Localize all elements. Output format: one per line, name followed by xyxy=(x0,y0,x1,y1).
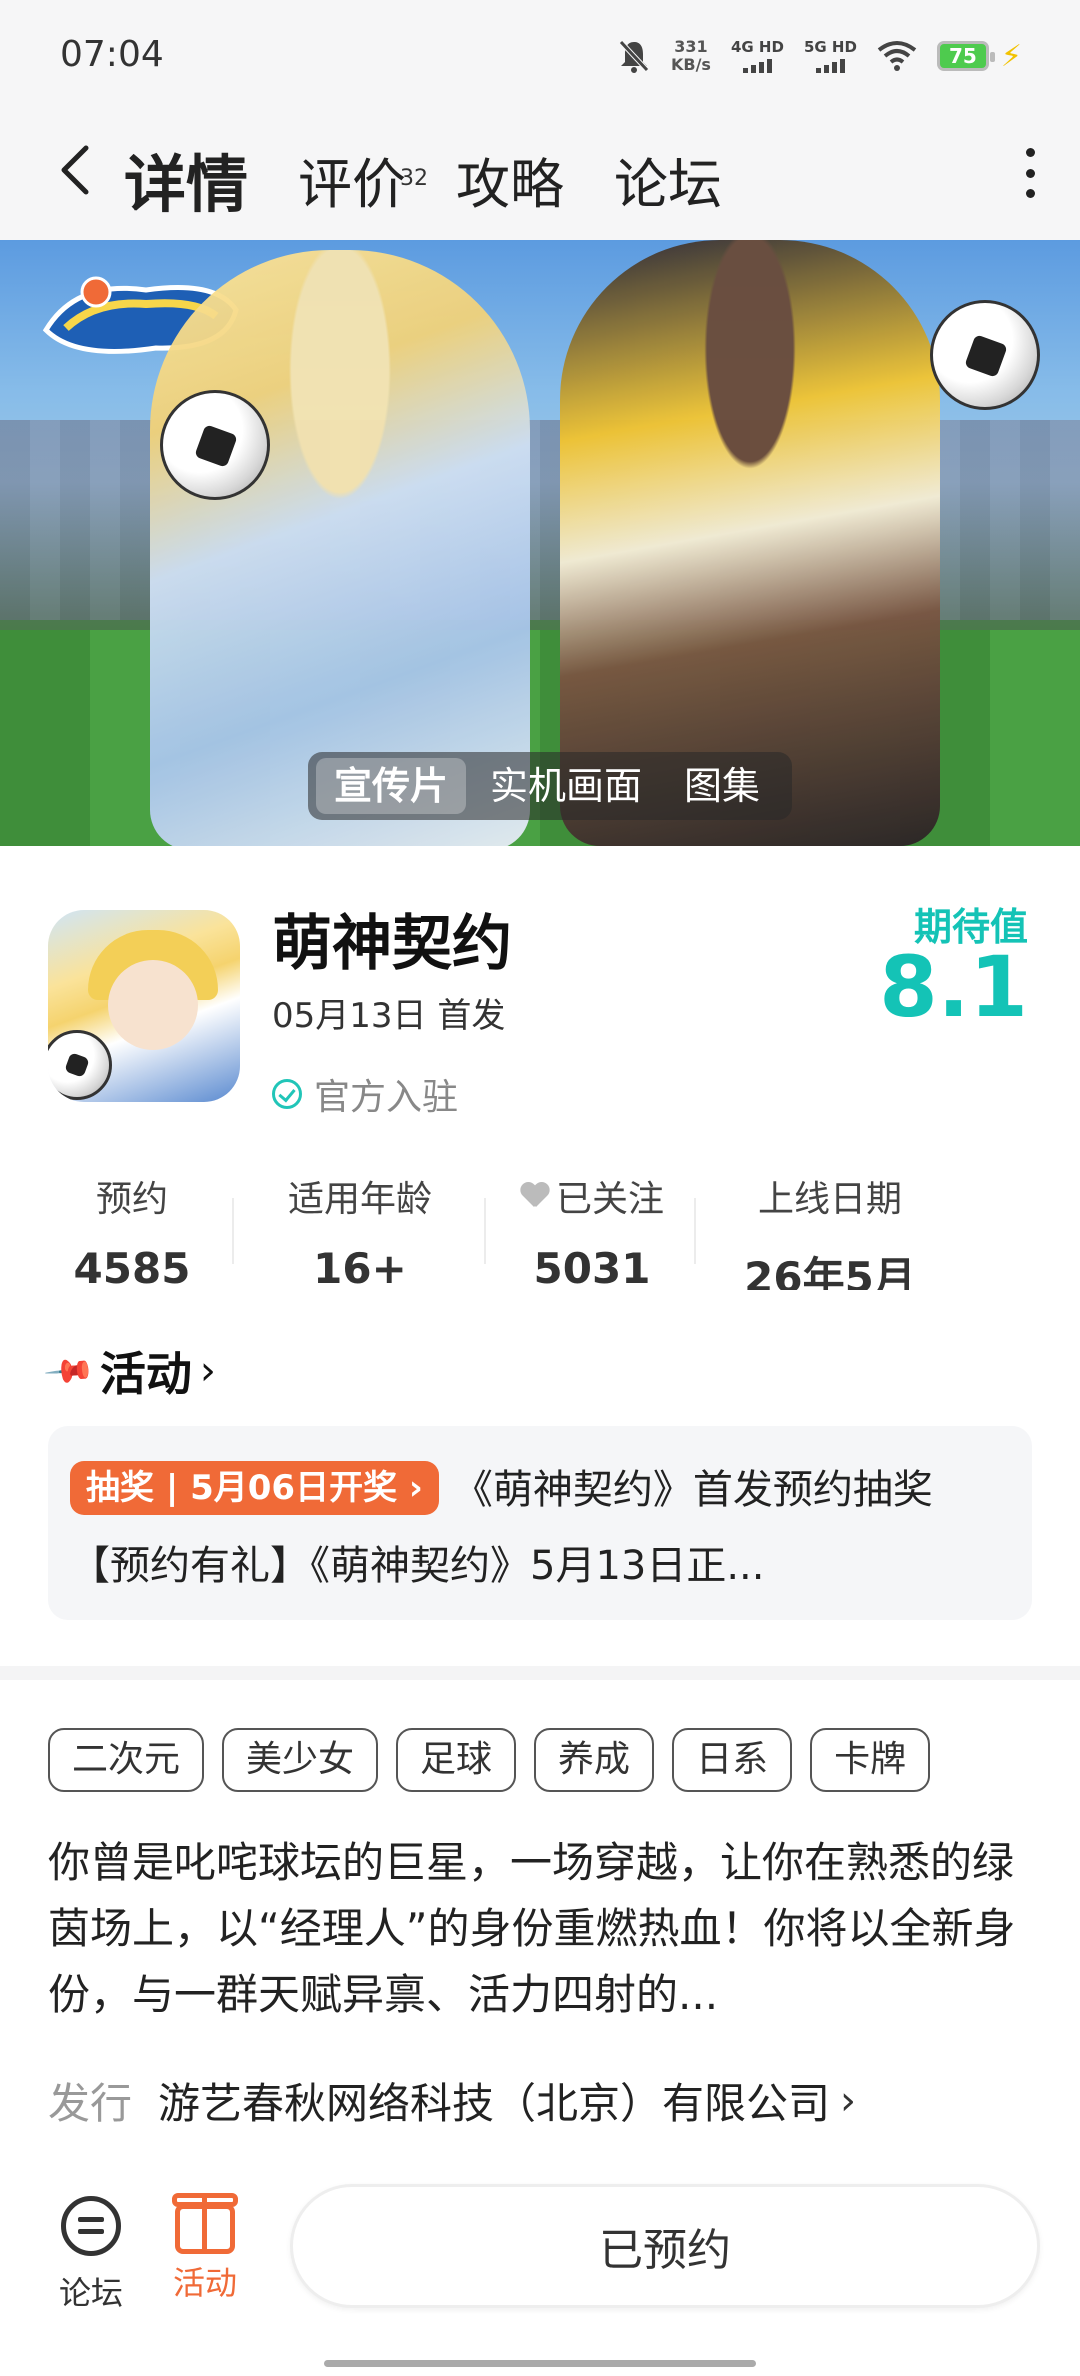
divider xyxy=(232,1198,234,1264)
tag-list: 二次元 美少女 足球 养成 日系 卡牌 xyxy=(48,1728,931,1792)
tab-details-label: 详情 xyxy=(124,148,249,221)
tag-item[interactable]: 美少女 xyxy=(222,1728,379,1792)
official-label: 官方入驻 xyxy=(314,1077,459,1118)
tag-item[interactable]: 二次元 xyxy=(48,1728,205,1792)
bottom-activity-label: 活动 xyxy=(172,2264,237,2302)
bottom-action-bar: 论坛 活动 已预约 xyxy=(0,2160,1080,2376)
status-icons: 331 KB/s 4G HD 5G HD 75 ⚡ xyxy=(617,32,1022,80)
signal-4g-label: 4G HD xyxy=(730,38,784,56)
pin-icon: 📌 xyxy=(42,1343,98,1399)
tab-forum-label: 论坛 xyxy=(614,153,723,216)
net-speed: 331 KB/s xyxy=(671,38,711,74)
tag-item[interactable]: 足球 xyxy=(396,1728,517,1792)
publisher-name: 游艺春秋网络科技（北京）有限公司 xyxy=(158,2079,831,2128)
media-tab-gameplay[interactable]: 实机画面 xyxy=(472,758,660,814)
net-speed-value: 331 xyxy=(674,37,708,56)
stat-reservations: 预约 4585 xyxy=(52,1170,212,1290)
review-count-badge: 32 xyxy=(400,166,429,191)
divider xyxy=(484,1198,486,1264)
stat-value: 26年5月 xyxy=(744,1253,916,1290)
status-time: 07:04 xyxy=(60,34,164,75)
app-title: 萌神契约 xyxy=(272,909,512,979)
activity-text: 抽奖 | 5月06日开奖 › 《萌神契约》首发预约抽奖 【预约有礼】《萌神契约》5… xyxy=(70,1452,1010,1604)
publisher-row[interactable]: 发行 游艺春秋网络科技（北京）有限公司 › xyxy=(48,2070,856,2131)
tag-item[interactable]: 养成 xyxy=(534,1728,655,1792)
launch-date: 05月13日 首发 xyxy=(272,996,506,1036)
signal-5g-label: 5G HD xyxy=(803,38,857,56)
official-badge: 官方入驻 xyxy=(272,1068,458,1120)
activity-heading-label: 活动 xyxy=(99,1347,192,1401)
promo-banner[interactable]: 宣传片 实机画面 图集 xyxy=(0,240,1080,846)
charging-icon: ⚡ xyxy=(1000,38,1022,74)
tab-guides-label: 攻略 xyxy=(456,153,565,216)
soccer-ball-art xyxy=(930,300,1040,410)
chevron-right-icon: › xyxy=(199,1348,216,1394)
status-bar: 07:04 331 KB/s 4G HD 5G HD 75 ⚡ xyxy=(0,0,1080,110)
signal-4g: 4G HD xyxy=(731,39,784,73)
bottom-forum-button[interactable]: 论坛 xyxy=(46,2196,136,2314)
back-arrow-icon[interactable] xyxy=(52,140,100,200)
stat-value: 5031 xyxy=(533,1244,651,1290)
media-tab-bar: 宣传片 实机画面 图集 xyxy=(308,752,793,820)
tag-item[interactable]: 卡牌 xyxy=(810,1728,931,1792)
mute-bell-icon xyxy=(619,40,649,73)
publisher-key: 发行 xyxy=(48,2079,133,2128)
stat-value: 4585 xyxy=(73,1244,191,1290)
media-tab-gallery[interactable]: 图集 xyxy=(666,758,778,814)
stats-row: 预约 4585 适用年龄 16+ 已关注 5031 上线日期 26年5月 xyxy=(0,1170,1080,1290)
expectation-score: 8.1 xyxy=(879,938,1028,1036)
soccer-ball-art xyxy=(160,390,270,500)
stat-label-text: 已关注 xyxy=(555,1179,664,1220)
signal-bars-icon xyxy=(815,57,845,73)
signal-bars-icon xyxy=(742,57,772,73)
app-icon xyxy=(48,910,240,1102)
home-indicator[interactable] xyxy=(324,2360,756,2367)
bottom-forum-label: 论坛 xyxy=(58,2274,123,2312)
activity-card[interactable]: 抽奖 | 5月06日开奖 › 《萌神契约》首发预约抽奖 【预约有礼】《萌神契约》5… xyxy=(48,1426,1032,1620)
reserved-button[interactable]: 已预约 xyxy=(290,2184,1040,2308)
media-tab-trailer[interactable]: 宣传片 xyxy=(316,758,467,814)
stat-label: 适用年龄 xyxy=(287,1179,432,1220)
net-speed-unit: KB/s xyxy=(670,55,711,74)
tag-item[interactable]: 日系 xyxy=(672,1728,793,1792)
divider xyxy=(694,1198,696,1264)
stat-label: 上线日期 xyxy=(757,1179,902,1220)
more-menu-icon[interactable] xyxy=(1020,148,1040,198)
activity-heading[interactable]: 📌 活动 › xyxy=(42,1338,216,1404)
lottery-badge: 抽奖 | 5月06日开奖 › xyxy=(70,1461,439,1515)
tab-reviews[interactable]: 评价 32 xyxy=(298,150,428,220)
gift-icon xyxy=(172,2193,238,2254)
stat-label: 预约 xyxy=(95,1179,168,1220)
game-description[interactable]: 你曾是叱咤球坛的巨星，一场穿越，让你在熟悉的绿茵场上，以“经理人”的身份重燃热血… xyxy=(48,1830,1034,2028)
tab-guides[interactable]: 攻略 xyxy=(456,150,564,220)
tab-reviews-label: 评价 xyxy=(298,153,407,216)
stat-age-rating: 适用年龄 16+ xyxy=(268,1170,452,1290)
verified-check-icon xyxy=(272,1079,302,1109)
wifi-icon xyxy=(877,41,917,71)
chevron-right-icon: › xyxy=(840,2077,857,2124)
battery-icon: 75 xyxy=(936,41,995,71)
tab-bar: 详情 评价 32 攻略 论坛 xyxy=(120,130,772,221)
heart-icon xyxy=(520,1183,550,1209)
section-divider xyxy=(0,1666,1080,1680)
bottom-activity-button[interactable]: 活动 xyxy=(160,2193,250,2304)
stat-followers[interactable]: 已关注 5031 xyxy=(510,1170,674,1290)
top-nav: 详情 评价 32 攻略 论坛 xyxy=(0,110,1080,240)
tab-forum[interactable]: 论坛 xyxy=(614,150,722,220)
stat-label: 已关注 xyxy=(510,1170,674,1222)
stat-value: 16+ xyxy=(313,1244,407,1290)
forum-icon xyxy=(61,2196,121,2256)
stat-release-date: 上线日期 26年5月 xyxy=(730,1170,930,1290)
signal-5g: 5G HD xyxy=(804,39,857,73)
tab-details[interactable]: 详情 xyxy=(120,148,253,221)
